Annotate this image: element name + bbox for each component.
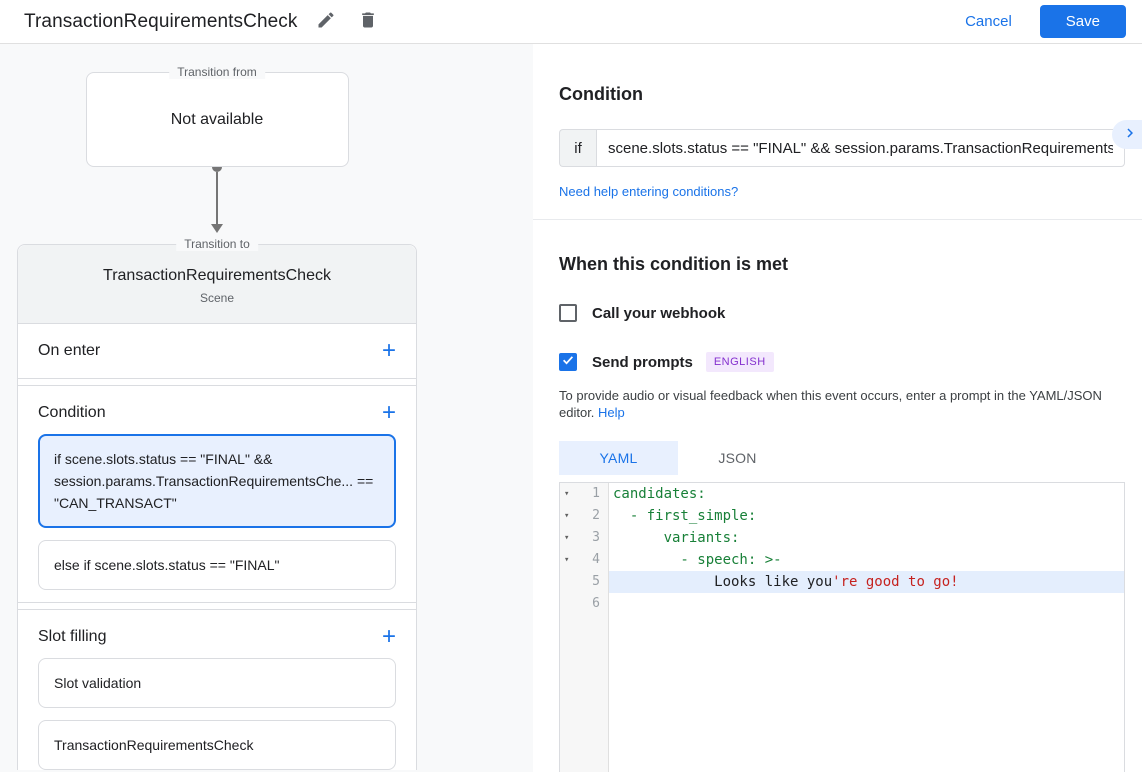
- scene-card-header[interactable]: TransactionRequirementsCheck Scene: [18, 245, 416, 324]
- fold-arrow-icon[interactable]: [564, 505, 569, 527]
- editor-line-number: 6: [560, 593, 609, 615]
- editor-line[interactable]: 2 - first_simple:: [560, 505, 1124, 527]
- transition-to-legend: Transition to: [176, 237, 258, 251]
- editor-format-tabs: YAML JSON: [559, 441, 1125, 475]
- transition-from-legend: Transition from: [169, 65, 265, 79]
- condition-card-selected[interactable]: if scene.slots.status == "FINAL" && sess…: [38, 434, 396, 528]
- slot-card-transaction[interactable]: TransactionRequirementsCheck: [38, 720, 396, 770]
- yaml-code-editor[interactable]: 1candidates:2 - first_simple:3 variants:…: [559, 482, 1125, 772]
- condition-heading: Condition: [559, 84, 1125, 105]
- editor-code-content[interactable]: - speech: >-: [609, 549, 1124, 571]
- fold-arrow-icon[interactable]: [564, 483, 569, 505]
- editor-line-number: 5: [560, 571, 609, 593]
- condition-card[interactable]: else if scene.slots.status == "FINAL": [38, 540, 396, 590]
- prompt-help-link[interactable]: Help: [598, 405, 625, 420]
- trash-icon: [358, 10, 378, 33]
- slot-card-validation[interactable]: Slot validation: [38, 658, 396, 708]
- scene-diagram-panel: Transition from Not available Transition…: [0, 44, 533, 772]
- call-webhook-checkbox[interactable]: [559, 304, 577, 322]
- condition-expression-input[interactable]: [596, 129, 1125, 167]
- editor-code-content[interactable]: candidates:: [609, 483, 1124, 505]
- on-enter-section: On enter: [18, 324, 416, 379]
- prompt-hint-text: To provide audio or visual feedback when…: [559, 387, 1125, 421]
- prompts-checkbox-row: Send prompts ENGLISH: [559, 352, 1125, 372]
- edit-title-button[interactable]: [312, 6, 340, 37]
- section-gap: [18, 603, 416, 610]
- editor-line[interactable]: 1candidates:: [560, 483, 1124, 505]
- section-divider: [533, 219, 1142, 220]
- scene-type-label: Scene: [28, 291, 406, 305]
- connector-line: [216, 172, 218, 224]
- add-slot-icon[interactable]: [382, 628, 396, 646]
- editor-line-number: 2: [560, 505, 609, 527]
- collapse-panel-button[interactable]: [1112, 120, 1142, 149]
- editor-code-content[interactable]: variants:: [609, 527, 1124, 549]
- transition-from-value: Not available: [171, 111, 264, 129]
- conditions-help-link[interactable]: Need help entering conditions?: [559, 184, 738, 199]
- fold-arrow-icon[interactable]: [564, 527, 569, 549]
- editor-code-content[interactable]: - first_simple:: [609, 505, 1124, 527]
- scene-name: TransactionRequirementsCheck: [28, 267, 406, 285]
- transition-to-card: Transition to TransactionRequirementsChe…: [17, 244, 417, 770]
- send-prompts-checkbox[interactable]: [559, 353, 577, 371]
- check-icon: [561, 353, 575, 372]
- editor-line-number: 3: [560, 527, 609, 549]
- pencil-icon: [316, 10, 336, 33]
- top-bar: TransactionRequirementsCheck Cancel Save: [0, 0, 1142, 44]
- add-on-enter-icon[interactable]: [382, 342, 396, 360]
- condition-expression-row: if: [559, 129, 1125, 167]
- code-editor-lines: 1candidates:2 - first_simple:3 variants:…: [560, 483, 1124, 615]
- editor-code-content[interactable]: Looks like you're good to go!: [609, 571, 1124, 593]
- slot-filling-section: Slot filling Slot validation Transaction…: [18, 610, 416, 770]
- prompt-hint-body: To provide audio or visual feedback when…: [559, 388, 1102, 420]
- slot-filling-label: Slot filling: [38, 628, 106, 646]
- add-condition-icon[interactable]: [382, 404, 396, 422]
- language-badge: ENGLISH: [706, 352, 774, 372]
- delete-scene-button[interactable]: [354, 6, 382, 37]
- condition-label: Condition: [38, 404, 106, 422]
- call-webhook-label: Call your webhook: [592, 305, 725, 322]
- webhook-checkbox-row: Call your webhook: [559, 304, 1125, 322]
- cancel-button[interactable]: Cancel: [965, 13, 1012, 30]
- page-title: TransactionRequirementsCheck: [24, 11, 298, 33]
- editor-line[interactable]: 6: [560, 593, 1124, 615]
- transition-connector: [17, 162, 417, 233]
- editor-code-content[interactable]: [609, 593, 1124, 615]
- fold-arrow-icon[interactable]: [564, 549, 569, 571]
- editor-line[interactable]: 3 variants:: [560, 527, 1124, 549]
- when-met-heading: When this condition is met: [559, 254, 1125, 275]
- save-button[interactable]: Save: [1040, 5, 1126, 38]
- chevron-right-icon: [1121, 124, 1139, 145]
- transition-from-box: Transition from Not available: [86, 72, 349, 167]
- editor-line-number: 4: [560, 549, 609, 571]
- section-gap: [18, 379, 416, 386]
- arrow-down-icon: [211, 224, 223, 233]
- on-enter-label: On enter: [38, 342, 100, 360]
- editor-line[interactable]: 5 Looks like you're good to go!: [560, 571, 1124, 593]
- tab-json[interactable]: JSON: [678, 441, 797, 475]
- editor-line[interactable]: 4 - speech: >-: [560, 549, 1124, 571]
- editor-line-number: 1: [560, 483, 609, 505]
- condition-section: Condition if scene.slots.status == "FINA…: [18, 386, 416, 603]
- send-prompts-label: Send prompts: [592, 354, 693, 371]
- condition-detail-panel: Condition if Need help entering conditio…: [533, 44, 1142, 772]
- tab-yaml[interactable]: YAML: [559, 441, 678, 475]
- if-prefix-label: if: [559, 129, 596, 167]
